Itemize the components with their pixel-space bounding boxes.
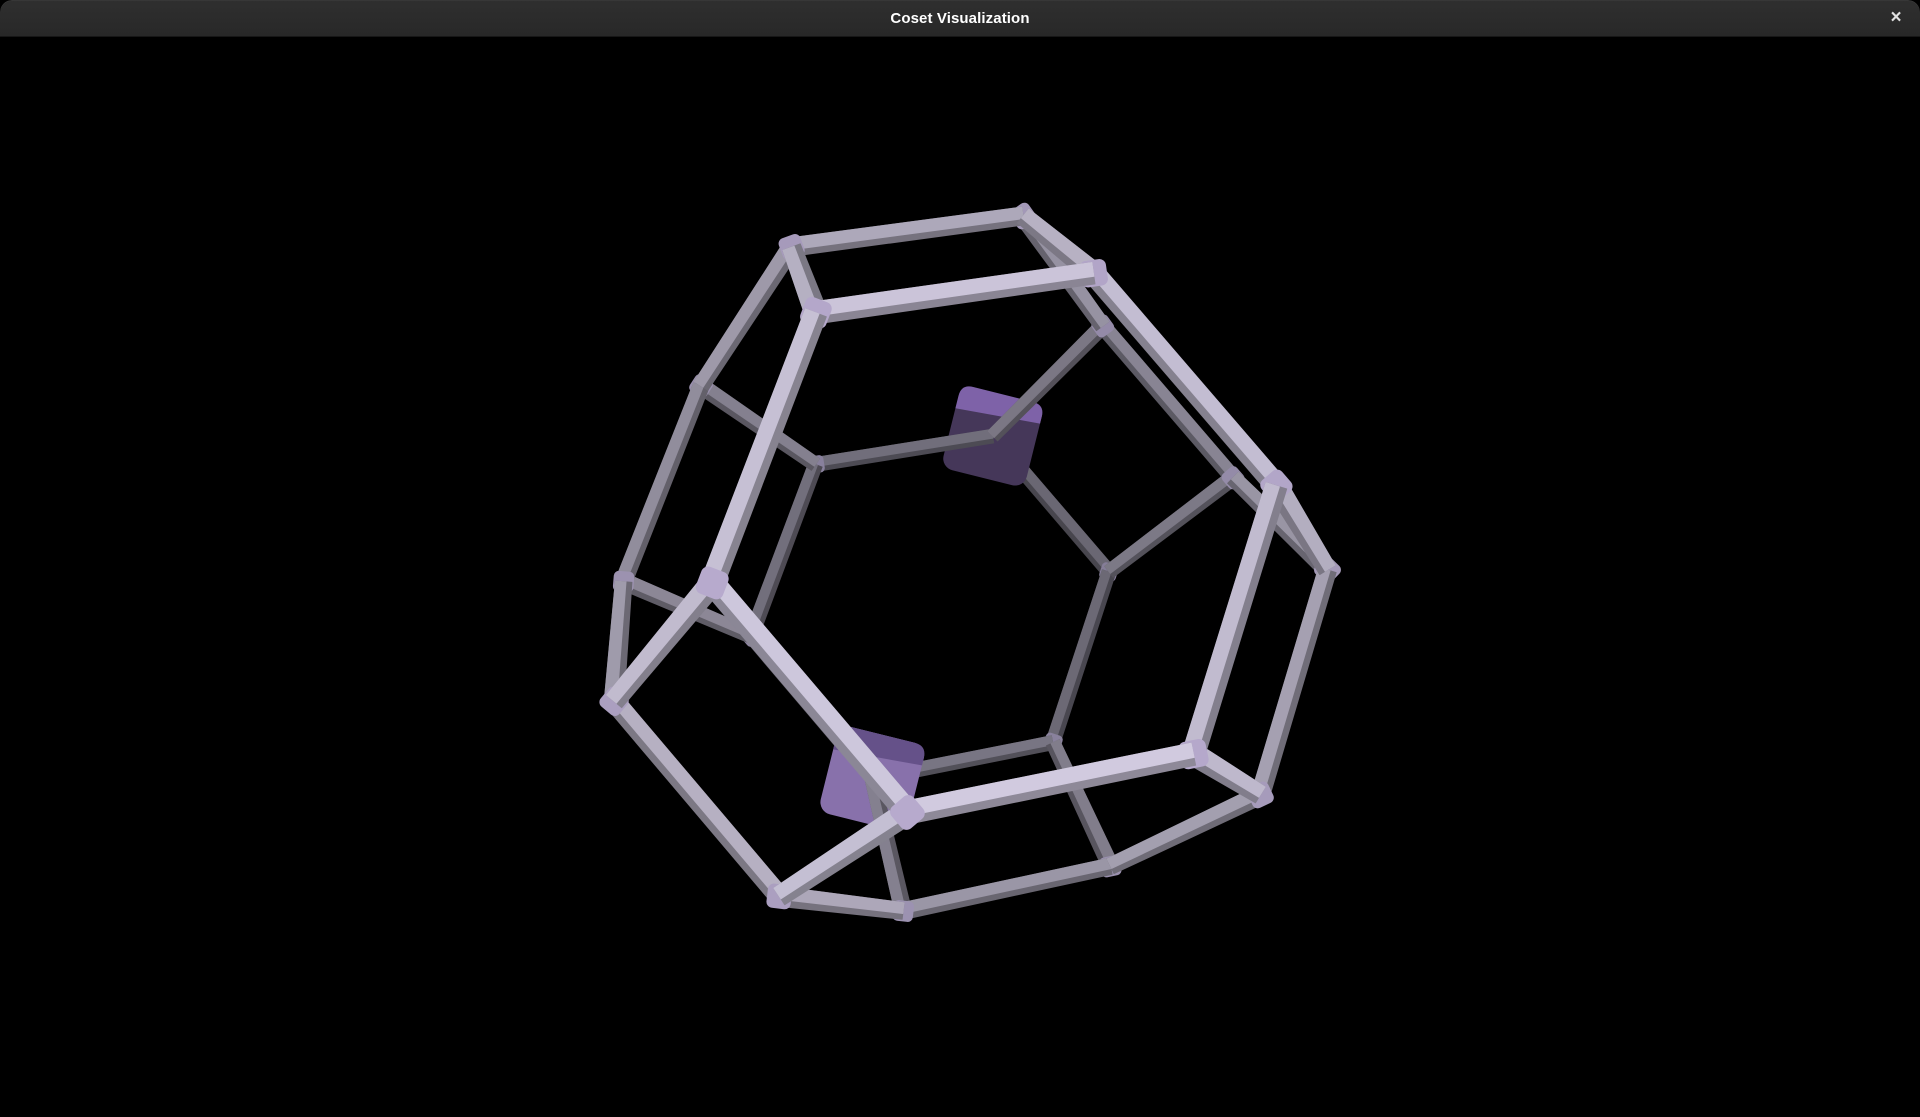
edge-face xyxy=(1107,786,1262,868)
window-title: Coset Visualization xyxy=(890,10,1029,27)
edge-face xyxy=(901,858,1111,913)
edge-face xyxy=(1051,740,1118,868)
edge-face xyxy=(1091,266,1285,488)
app-window: Coset Visualization × xyxy=(0,0,1920,1117)
edge-face xyxy=(1046,570,1111,744)
edge-face xyxy=(905,743,1194,816)
titlebar: Coset Visualization × xyxy=(0,0,1920,37)
edge-face xyxy=(616,383,704,583)
edge-face xyxy=(612,695,787,899)
edge-face xyxy=(710,575,917,814)
edge-face xyxy=(988,321,1105,438)
edge-face xyxy=(1105,472,1235,574)
edge-face xyxy=(1251,567,1330,795)
edge-face xyxy=(1183,483,1280,756)
coset-wireframe xyxy=(0,37,1920,1117)
scene-viewport[interactable] xyxy=(0,37,1920,1117)
close-icon: × xyxy=(1890,8,1901,27)
edge-face xyxy=(694,242,794,387)
close-button[interactable]: × xyxy=(1872,0,1920,36)
